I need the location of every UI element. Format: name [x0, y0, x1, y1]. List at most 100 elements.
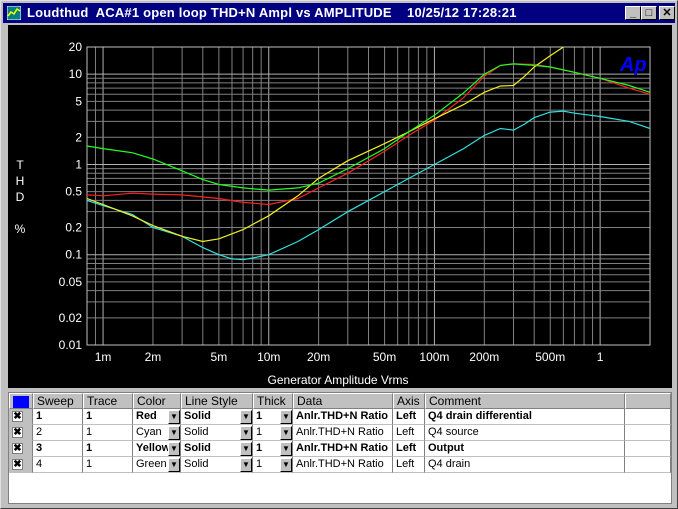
- col-trace[interactable]: Trace: [83, 393, 133, 409]
- dropdown-arrow-icon[interactable]: ▼: [168, 458, 180, 472]
- cell-style-box[interactable]: Solid ▼: [181, 441, 253, 457]
- cell-axis-box[interactable]: Left: [393, 409, 425, 425]
- cell-axis-box[interactable]: Left: [393, 441, 425, 457]
- cell-blank: [625, 441, 671, 457]
- cell-axis-box[interactable]: Left: [393, 425, 425, 441]
- dropdown-arrow-icon[interactable]: ▼: [280, 426, 292, 440]
- row-enable-cell[interactable]: ✖: [9, 425, 33, 441]
- minimize-button[interactable]: _: [625, 6, 641, 20]
- cell-comment-box[interactable]: Q4 source: [425, 425, 625, 441]
- cell-sweep-box[interactable]: 2: [33, 425, 83, 441]
- cell-thick-box[interactable]: 1 ▼: [253, 425, 293, 441]
- title-bar[interactable]: Loudthud ACA#1 open loop THD+N Ampl vs A…: [3, 3, 675, 23]
- cell-axis: Left: [396, 458, 415, 470]
- row-checkbox-icon[interactable]: ✖: [12, 443, 23, 454]
- app-window: Loudthud ACA#1 open loop THD+N Ampl vs A…: [0, 0, 678, 509]
- close-button[interactable]: ✕: [659, 6, 675, 20]
- dropdown-arrow-icon[interactable]: ▼: [240, 410, 252, 424]
- cell-thick-box[interactable]: 1 ▼: [253, 457, 293, 473]
- cell-thick-box[interactable]: 1 ▼: [253, 409, 293, 425]
- cell-color-box[interactable]: Red ▼: [133, 409, 181, 425]
- cell-comment-box[interactable]: Q4 drain differential: [425, 409, 625, 425]
- cell-trace-box[interactable]: 1: [83, 457, 133, 473]
- col-line-style[interactable]: Line Style: [181, 393, 253, 409]
- select-all-cell[interactable]: [9, 393, 33, 409]
- x-tick-label: 5m: [211, 350, 228, 364]
- y-tick-label: 1: [75, 157, 82, 171]
- series-line-3: [86, 46, 564, 243]
- row-enable-cell[interactable]: ✖: [9, 457, 33, 473]
- table-row[interactable]: ✖ 3 1 Yellow ▼ Solid ▼ 1 ▼ Anlr.THD+N Ratio Left Ou…: [9, 441, 671, 457]
- dropdown-arrow-icon[interactable]: ▼: [168, 410, 180, 424]
- dropdown-arrow-icon[interactable]: ▼: [168, 442, 180, 456]
- row-enable-cell[interactable]: ✖: [9, 441, 33, 457]
- col-comment[interactable]: Comment: [425, 393, 625, 409]
- cell-data: Anlr.THD+N Ratio: [296, 458, 384, 470]
- col-axis[interactable]: Axis: [393, 393, 425, 409]
- cell-data-box[interactable]: Anlr.THD+N Ratio: [293, 441, 393, 457]
- cell-data-box[interactable]: Anlr.THD+N Ratio: [293, 457, 393, 473]
- table-row[interactable]: ✖ 1 1 Red ▼ Solid ▼ 1 ▼ Anlr.THD+N Ratio Left Q4 dr…: [9, 409, 671, 425]
- x-tick-label: 10m: [257, 350, 280, 364]
- cell-data: Anlr.THD+N Ratio: [296, 426, 384, 438]
- dropdown-arrow-icon[interactable]: ▼: [280, 410, 292, 424]
- close-icon: ✕: [662, 7, 672, 19]
- cell-sweep: 1: [36, 410, 43, 422]
- table-row[interactable]: ✖ 2 1 Cyan ▼ Solid ▼ 1 ▼ Anlr.THD+N Ratio Left Q4 s…: [9, 425, 671, 441]
- cell-color-box[interactable]: Cyan ▼: [133, 425, 181, 441]
- col-data[interactable]: Data: [293, 393, 393, 409]
- x-tick-label: 1m: [95, 350, 112, 364]
- cell-data: Anlr.THD+N Ratio: [296, 410, 388, 422]
- cell-trace: 1: [86, 458, 93, 470]
- cell-data-box[interactable]: Anlr.THD+N Ratio: [293, 409, 393, 425]
- y-tick-label: 20: [69, 40, 83, 54]
- row-checkbox-icon[interactable]: ✖: [12, 411, 23, 422]
- cell-sweep-box[interactable]: 4: [33, 457, 83, 473]
- x-axis-label: Generator Amplitude Vrms: [268, 373, 409, 387]
- cell-color-box[interactable]: Green ▼: [133, 457, 181, 473]
- cell-sweep-box[interactable]: 3: [33, 441, 83, 457]
- col-color[interactable]: Color: [133, 393, 181, 409]
- cell-comment-box[interactable]: Output: [425, 441, 625, 457]
- col-thick[interactable]: Thick: [253, 393, 293, 409]
- dropdown-arrow-icon[interactable]: ▼: [240, 442, 252, 456]
- cell-data-box[interactable]: Anlr.THD+N Ratio: [293, 425, 393, 441]
- cell-style-box[interactable]: Solid ▼: [181, 409, 253, 425]
- cell-style-box[interactable]: Solid ▼: [181, 425, 253, 441]
- cell-sweep: 2: [36, 426, 43, 438]
- cell-comment-box[interactable]: Q4 drain: [425, 457, 625, 473]
- dropdown-arrow-icon[interactable]: ▼: [240, 458, 252, 472]
- dropdown-arrow-icon[interactable]: ▼: [280, 458, 292, 472]
- row-enable-cell[interactable]: ✖: [9, 409, 33, 425]
- y-tick-label: 0.2: [65, 221, 82, 235]
- cell-thick: 1: [256, 442, 263, 454]
- cell-style-box[interactable]: Solid ▼: [181, 457, 253, 473]
- cell-sweep-box[interactable]: 1: [33, 409, 83, 425]
- cell-trace-box[interactable]: 1: [83, 425, 133, 441]
- maximize-button[interactable]: □: [641, 6, 657, 20]
- cell-color-box[interactable]: Yellow ▼: [133, 441, 181, 457]
- cell-style: Solid: [184, 458, 209, 470]
- table-row[interactable]: ✖ 4 1 Green ▼ Solid ▼ 1 ▼ Anlr.THD+N Ratio Left Q4 …: [9, 457, 671, 473]
- dropdown-arrow-icon[interactable]: ▼: [280, 442, 292, 456]
- cell-trace-box[interactable]: 1: [83, 441, 133, 457]
- y-axis-label-char: %: [15, 222, 26, 236]
- dropdown-arrow-icon[interactable]: ▼: [240, 426, 252, 440]
- cell-thick: 1: [256, 410, 263, 422]
- cell-comment: Output: [428, 442, 465, 454]
- cell-thick-box[interactable]: 1 ▼: [253, 441, 293, 457]
- cell-style: Solid: [184, 426, 209, 438]
- y-axis-label-char: T: [16, 158, 24, 172]
- dropdown-arrow-icon[interactable]: ▼: [168, 426, 180, 440]
- row-checkbox-icon[interactable]: ✖: [12, 427, 23, 438]
- col-sweep[interactable]: Sweep: [33, 393, 83, 409]
- row-checkbox-icon[interactable]: ✖: [12, 459, 23, 470]
- chart-grid: [86, 46, 651, 346]
- y-tick-label: 0.05: [59, 275, 83, 289]
- graph-panel[interactable]: 1m 2m 5m 10m 20m 50m 100m 200m 500m 1 20 10 5 2 1 0.5 0.…: [8, 25, 672, 388]
- cell-sweep: 4: [36, 458, 43, 470]
- table-header: Sweep Trace Color Line Style Thick Data …: [9, 393, 671, 409]
- x-tick-label: 20m: [307, 350, 330, 364]
- cell-axis-box[interactable]: Left: [393, 457, 425, 473]
- cell-trace-box[interactable]: 1: [83, 409, 133, 425]
